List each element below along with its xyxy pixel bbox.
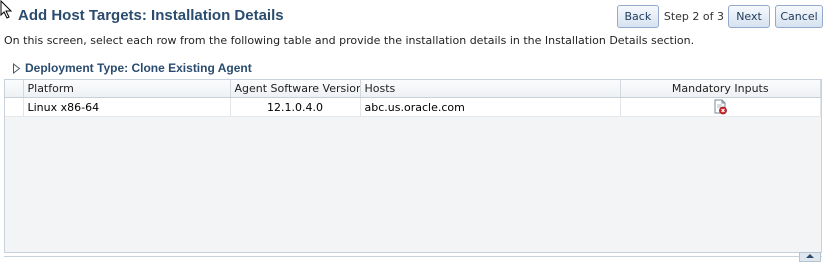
table-row[interactable]: Linux x86-64 12.1.0.4.0 abc.us.oracle.co… <box>5 97 821 117</box>
page-title: Add Host Targets: Installation Details <box>18 7 284 24</box>
document-error-icon[interactable] <box>712 99 728 115</box>
column-header-mandatory-inputs[interactable]: Mandatory Inputs <box>620 80 821 98</box>
deployment-type-disclosure[interactable]: Deployment Type: Clone Existing Agent <box>12 61 252 75</box>
row-selector[interactable] <box>5 97 24 117</box>
disclosure-triangle-icon[interactable] <box>12 62 21 74</box>
column-header-platform[interactable]: Platform <box>23 80 231 98</box>
cancel-button[interactable]: Cancel <box>775 4 823 28</box>
caret-up-icon <box>806 254 814 258</box>
section-title: Deployment Type: Clone Existing Agent <box>25 61 252 75</box>
table-header-row: Platform Agent Software Version Hosts Ma… <box>5 80 821 98</box>
platform-cell: Linux x86-64 <box>23 97 231 117</box>
back-button[interactable]: Back <box>616 4 659 28</box>
select-column-header <box>5 80 24 98</box>
mouse-pointer-icon <box>0 0 13 19</box>
hosts-cell: abc.us.oracle.com <box>360 97 621 117</box>
step-indicator: Step 2 of 3 <box>663 9 724 23</box>
next-button[interactable]: Next <box>728 4 770 28</box>
column-header-hosts[interactable]: Hosts <box>360 80 621 98</box>
instructions-text: On this screen, select each row from the… <box>4 34 695 47</box>
mandatory-inputs-cell <box>620 97 821 117</box>
targets-table: Platform Agent Software Version Hosts Ma… <box>4 79 822 253</box>
agent-version-cell: 12.1.0.4.0 <box>230 97 361 117</box>
column-header-agent-software-version[interactable]: Agent Software Version <box>230 80 361 98</box>
scroll-up-button[interactable] <box>799 252 821 262</box>
wizard-navigation: Back Step 2 of 3 Next Cancel <box>616 4 823 28</box>
